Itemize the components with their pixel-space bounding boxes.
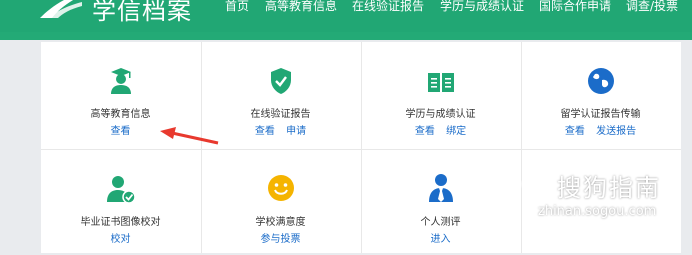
card-links: 查看 绑定 [361,122,520,137]
watermark-url: zhinan.sogou.com [538,204,657,219]
header-strip [0,32,692,40]
user-check-icon [106,176,136,204]
watermark-text: 搜狗指南 [557,174,661,202]
nav-survey-vote[interactable]: 调查/投票 [626,0,678,12]
view-link[interactable]: 查看 [415,126,435,137]
nav-higher-education[interactable]: 高等教育信息 [265,0,337,12]
card-links: 校对 [41,230,200,245]
logo-text: 学信档案 [92,0,192,25]
smiley-icon [267,175,294,201]
logo-icon [40,0,82,18]
view-link[interactable]: 查看 [565,126,585,137]
nav-international[interactable]: 国际合作申请 [539,0,611,12]
top-nav-bar: 学信档案 首页 高等教育信息 在线验证报告 学历与成绩认证 国际合作申请 调查/… [0,0,692,32]
service-card-study-abroad-transfer: 留学认证报告传输 查看 发送报告 [521,42,680,147]
service-card-degree-certification: 学历与成绩认证 查看 绑定 [361,42,520,147]
view-link[interactable]: 查看 [111,126,131,137]
person-tie-icon [428,174,453,202]
vote-link[interactable]: 参与投票 [261,234,301,245]
proofread-link[interactable]: 校对 [111,234,131,245]
open-book-icon [427,73,454,92]
service-card-certificate-proofread: 毕业证书图像校对 校对 [41,150,200,255]
card-title: 在线验证报告 [250,109,311,120]
card-title: 留学认证报告传输 [560,109,641,120]
card-links: 查看 发送报告 [521,122,680,137]
nav-degree-certification[interactable]: 学历与成绩认证 [440,0,524,12]
card-title: 学历与成绩认证 [405,109,476,120]
arrow-annotation-icon [160,127,219,145]
enter-link[interactable]: 进入 [431,234,451,245]
card-links: 参与投票 [201,230,360,245]
graduate-icon [110,68,131,94]
nav-online-verification[interactable]: 在线验证报告 [352,0,424,12]
card-title: 毕业证书图像校对 [80,217,161,228]
globe-icon [587,68,614,94]
service-card-personal-assessment: 个人测评 进入 [361,150,520,255]
bind-link[interactable]: 绑定 [446,126,466,137]
card-title: 高等教育信息 [90,109,151,120]
card-title: 个人测评 [420,217,461,228]
card-links: 进入 [361,230,520,245]
card-title: 学校满意度 [255,217,306,228]
card-links: 查看 申请 [201,122,360,137]
shield-check-icon [270,68,291,94]
send-report-link[interactable]: 发送报告 [596,126,636,137]
service-card-school-satisfaction: 学校满意度 参与投票 [201,150,360,255]
apply-link[interactable]: 申请 [286,126,306,137]
nav-home[interactable]: 首页 [225,0,249,12]
view-link[interactable]: 查看 [255,126,275,137]
service-card-online-verification: 在线验证报告 查看 申请 [201,42,360,147]
